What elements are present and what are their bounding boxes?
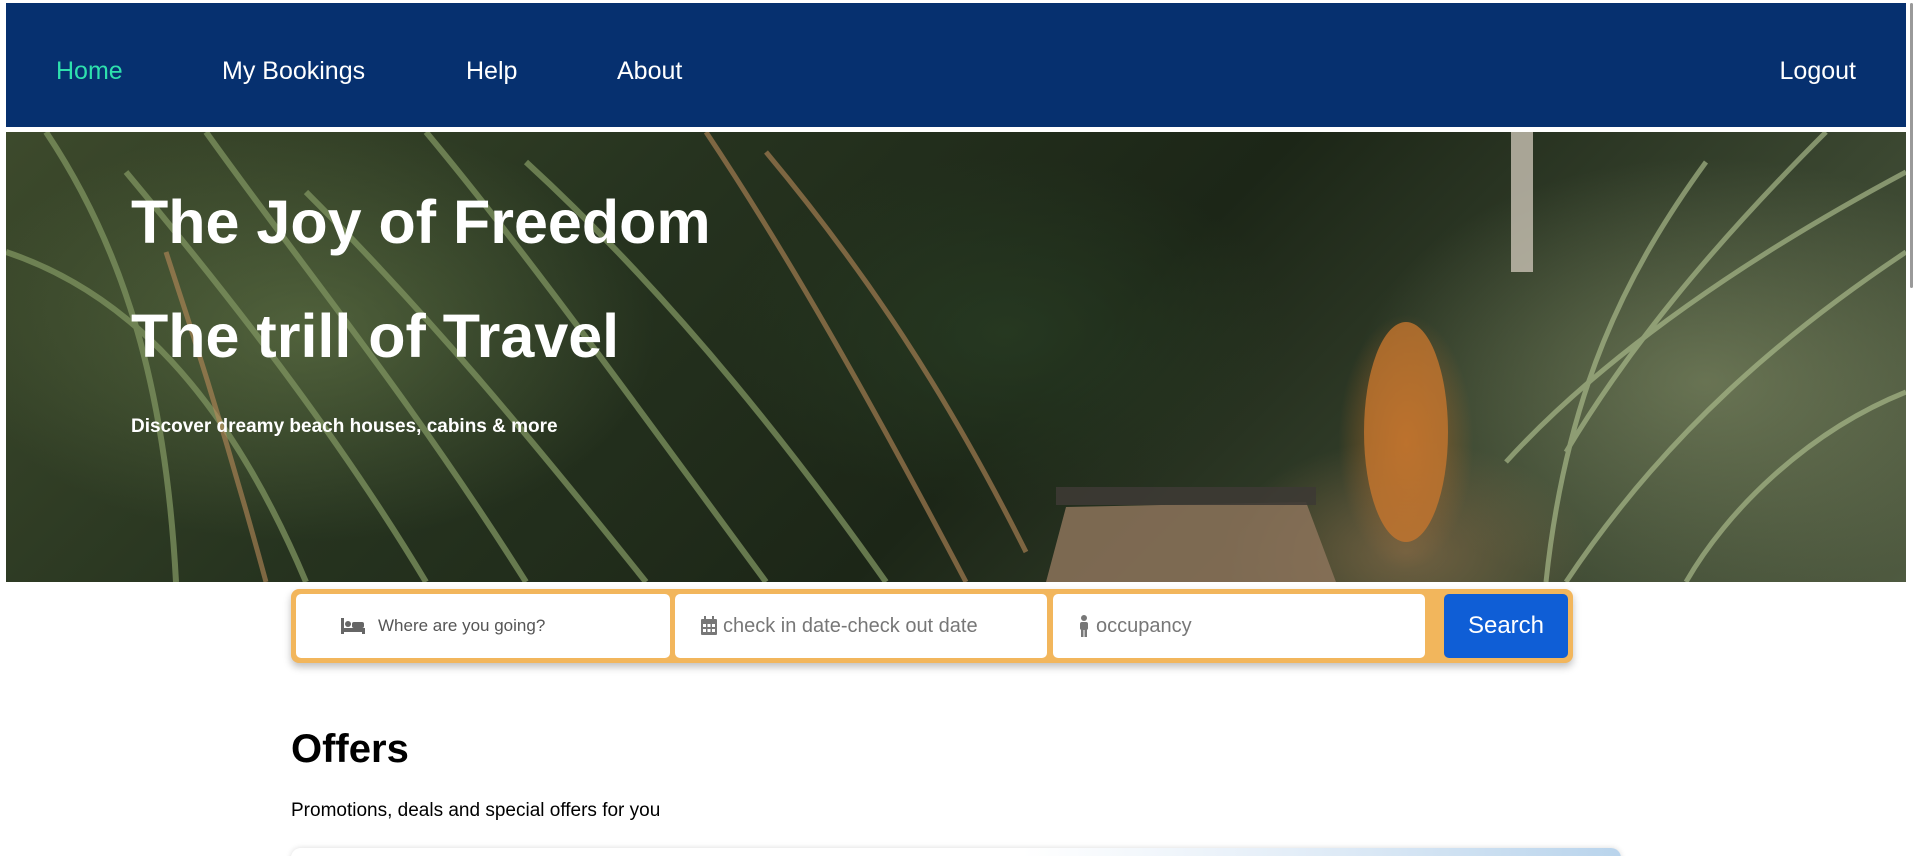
- destination-field[interactable]: [296, 594, 670, 658]
- offers-subtitle: Promotions, deals and special offers for…: [291, 800, 661, 821]
- page: Home My Bookings Help About Logout The J…: [0, 0, 1916, 856]
- offers-heading: Offers: [291, 727, 409, 771]
- dates-input[interactable]: [723, 614, 1047, 638]
- occupancy-field[interactable]: [1053, 594, 1425, 658]
- hero-banner: The Joy of Freedom The trill of Travel D…: [6, 132, 1906, 582]
- occupancy-input[interactable]: [1096, 614, 1425, 638]
- nav-link-help[interactable]: Help: [466, 55, 517, 87]
- hero-subtitle: Discover dreamy beach houses, cabins & m…: [131, 416, 558, 437]
- person-icon: [1078, 615, 1090, 637]
- bed-icon: [340, 617, 366, 635]
- search-bar: Search: [291, 589, 1573, 663]
- scrollbar-thumb[interactable]: [1910, 3, 1913, 288]
- hero-title-line-2: The trill of Travel: [131, 302, 620, 370]
- logout-link[interactable]: Logout: [1780, 55, 1856, 87]
- calendar-icon: [700, 616, 718, 636]
- dates-field[interactable]: [675, 594, 1047, 658]
- nav-link-home[interactable]: Home: [56, 55, 123, 87]
- offer-card[interactable]: [291, 848, 1621, 856]
- destination-input[interactable]: [378, 616, 670, 636]
- nav-link-about[interactable]: About: [617, 55, 682, 87]
- top-navbar: Home My Bookings Help About Logout: [6, 3, 1906, 127]
- nav-link-my-bookings[interactable]: My Bookings: [222, 55, 365, 87]
- search-button[interactable]: Search: [1444, 594, 1568, 658]
- hero-title-line-1: The Joy of Freedom: [131, 188, 711, 256]
